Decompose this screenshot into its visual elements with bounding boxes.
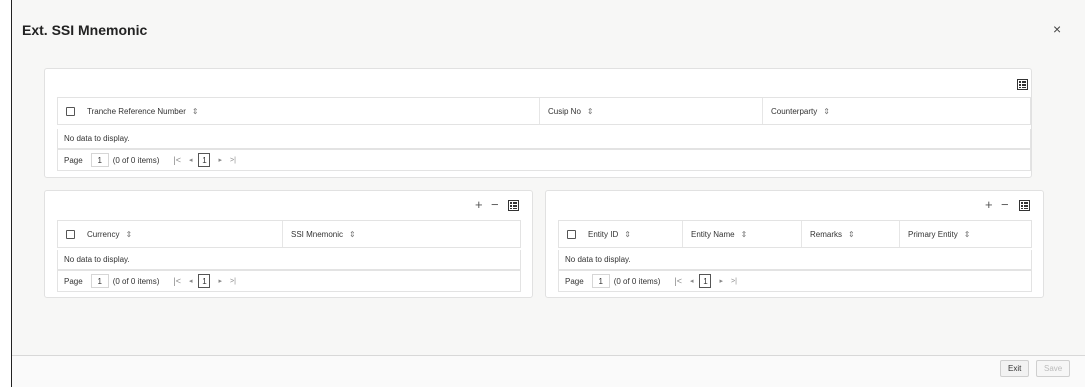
page-input[interactable]: 1 xyxy=(591,274,610,288)
sort-icon[interactable]: ⇕ xyxy=(349,230,356,239)
column-label: Entity Name xyxy=(691,229,735,239)
pager-label: Page xyxy=(64,276,83,286)
pager-label: Page xyxy=(64,155,83,165)
empty-message: No data to display. xyxy=(558,250,1032,270)
column-label: Cusip No xyxy=(548,106,581,116)
column-cusip-no[interactable]: Cusip No ⇕ xyxy=(540,98,763,124)
sort-icon[interactable]: ⇕ xyxy=(848,230,855,239)
prev-page-icon[interactable]: ◂ xyxy=(189,277,193,285)
sort-icon[interactable]: ⇕ xyxy=(624,230,631,239)
items-count: (0 of 0 items) xyxy=(112,155,160,165)
pager-label: Page xyxy=(565,276,584,286)
footer-bar xyxy=(12,355,1085,387)
sort-icon[interactable]: ⇕ xyxy=(125,230,132,239)
delete-row-button[interactable]: − xyxy=(491,197,499,212)
last-page-icon[interactable]: >| xyxy=(230,157,236,164)
current-page[interactable]: 1 xyxy=(198,274,211,288)
tranche-pager: Page 1 (0 of 0 items) |< ◂ 1 ▸ >| xyxy=(57,149,1031,171)
column-label: Remarks xyxy=(810,229,843,239)
prev-page-icon[interactable]: ◂ xyxy=(690,277,694,285)
currency-grid-header: Currency ⇕ SSI Mnemonic ⇕ xyxy=(57,220,521,248)
close-icon[interactable]: × xyxy=(1053,21,1061,37)
page-input[interactable]: 1 xyxy=(90,153,109,167)
column-remarks[interactable]: Remarks ⇕ xyxy=(802,221,900,247)
column-currency[interactable]: Currency ⇕ xyxy=(87,221,283,247)
column-label: Entity ID xyxy=(588,229,619,239)
column-ssi-mnemonic[interactable]: SSI Mnemonic ⇕ xyxy=(283,221,520,247)
save-button[interactable]: Save xyxy=(1036,360,1071,377)
first-page-icon[interactable]: |< xyxy=(173,276,181,286)
column-entity-name[interactable]: Entity Name ⇕ xyxy=(683,221,802,247)
exit-button[interactable]: Exit xyxy=(1000,360,1030,377)
column-counterparty[interactable]: Counterparty ⇕ xyxy=(763,98,1030,124)
items-count: (0 of 0 items) xyxy=(112,276,160,286)
next-page-icon[interactable]: ▸ xyxy=(719,277,723,285)
empty-message: No data to display. xyxy=(57,250,521,270)
sort-icon[interactable]: ⇕ xyxy=(964,230,971,239)
column-chooser-icon[interactable] xyxy=(508,200,519,211)
next-page-icon[interactable]: ▸ xyxy=(218,156,222,164)
column-tranche-reference[interactable]: Tranche Reference Number ⇕ xyxy=(87,98,540,124)
empty-message: No data to display. xyxy=(57,129,1031,149)
column-entity-id[interactable]: Entity ID ⇕ xyxy=(588,221,683,247)
first-page-icon[interactable]: |< xyxy=(674,276,682,286)
page-input[interactable]: 1 xyxy=(90,274,109,288)
column-chooser-icon[interactable] xyxy=(1019,200,1030,211)
sort-icon[interactable]: ⇕ xyxy=(192,107,199,116)
current-page[interactable]: 1 xyxy=(699,274,712,288)
prev-page-icon[interactable]: ◂ xyxy=(189,156,193,164)
add-row-button[interactable]: + xyxy=(475,197,483,212)
sort-icon[interactable]: ⇕ xyxy=(587,107,594,116)
delete-row-button[interactable]: − xyxy=(1001,197,1009,212)
last-page-icon[interactable]: >| xyxy=(731,278,737,285)
next-page-icon[interactable]: ▸ xyxy=(218,277,222,285)
column-primary-entity[interactable]: Primary Entity ⇕ xyxy=(900,221,1031,247)
last-page-icon[interactable]: >| xyxy=(230,278,236,285)
entity-grid-header: Entity ID ⇕ Entity Name ⇕ Remarks ⇕ Primary… xyxy=(558,220,1032,248)
select-all-checkbox[interactable] xyxy=(66,106,75,116)
entity-pager: Page 1 (0 of 0 items) |< ◂ 1 ▸ >| xyxy=(558,270,1032,292)
current-page[interactable]: 1 xyxy=(198,153,211,167)
items-count: (0 of 0 items) xyxy=(613,276,661,286)
sort-icon[interactable]: ⇕ xyxy=(823,107,830,116)
sort-icon[interactable]: ⇕ xyxy=(741,230,748,239)
column-label: Counterparty xyxy=(771,106,818,116)
select-all-checkbox[interactable] xyxy=(567,229,576,239)
column-label: Currency xyxy=(87,229,120,239)
tranche-grid-header: Tranche Reference Number ⇕ Cusip No ⇕ Coun… xyxy=(57,97,1031,125)
add-row-button[interactable]: + xyxy=(985,197,993,212)
column-label: SSI Mnemonic xyxy=(291,229,344,239)
page-title: Ext. SSI Mnemonic xyxy=(22,22,148,38)
column-label: Tranche Reference Number xyxy=(87,106,186,116)
first-page-icon[interactable]: |< xyxy=(173,155,181,165)
column-label: Primary Entity xyxy=(908,229,958,239)
select-all-checkbox[interactable] xyxy=(66,229,75,239)
column-chooser-icon[interactable] xyxy=(1017,79,1028,90)
currency-pager: Page 1 (0 of 0 items) |< ◂ 1 ▸ >| xyxy=(57,270,521,292)
